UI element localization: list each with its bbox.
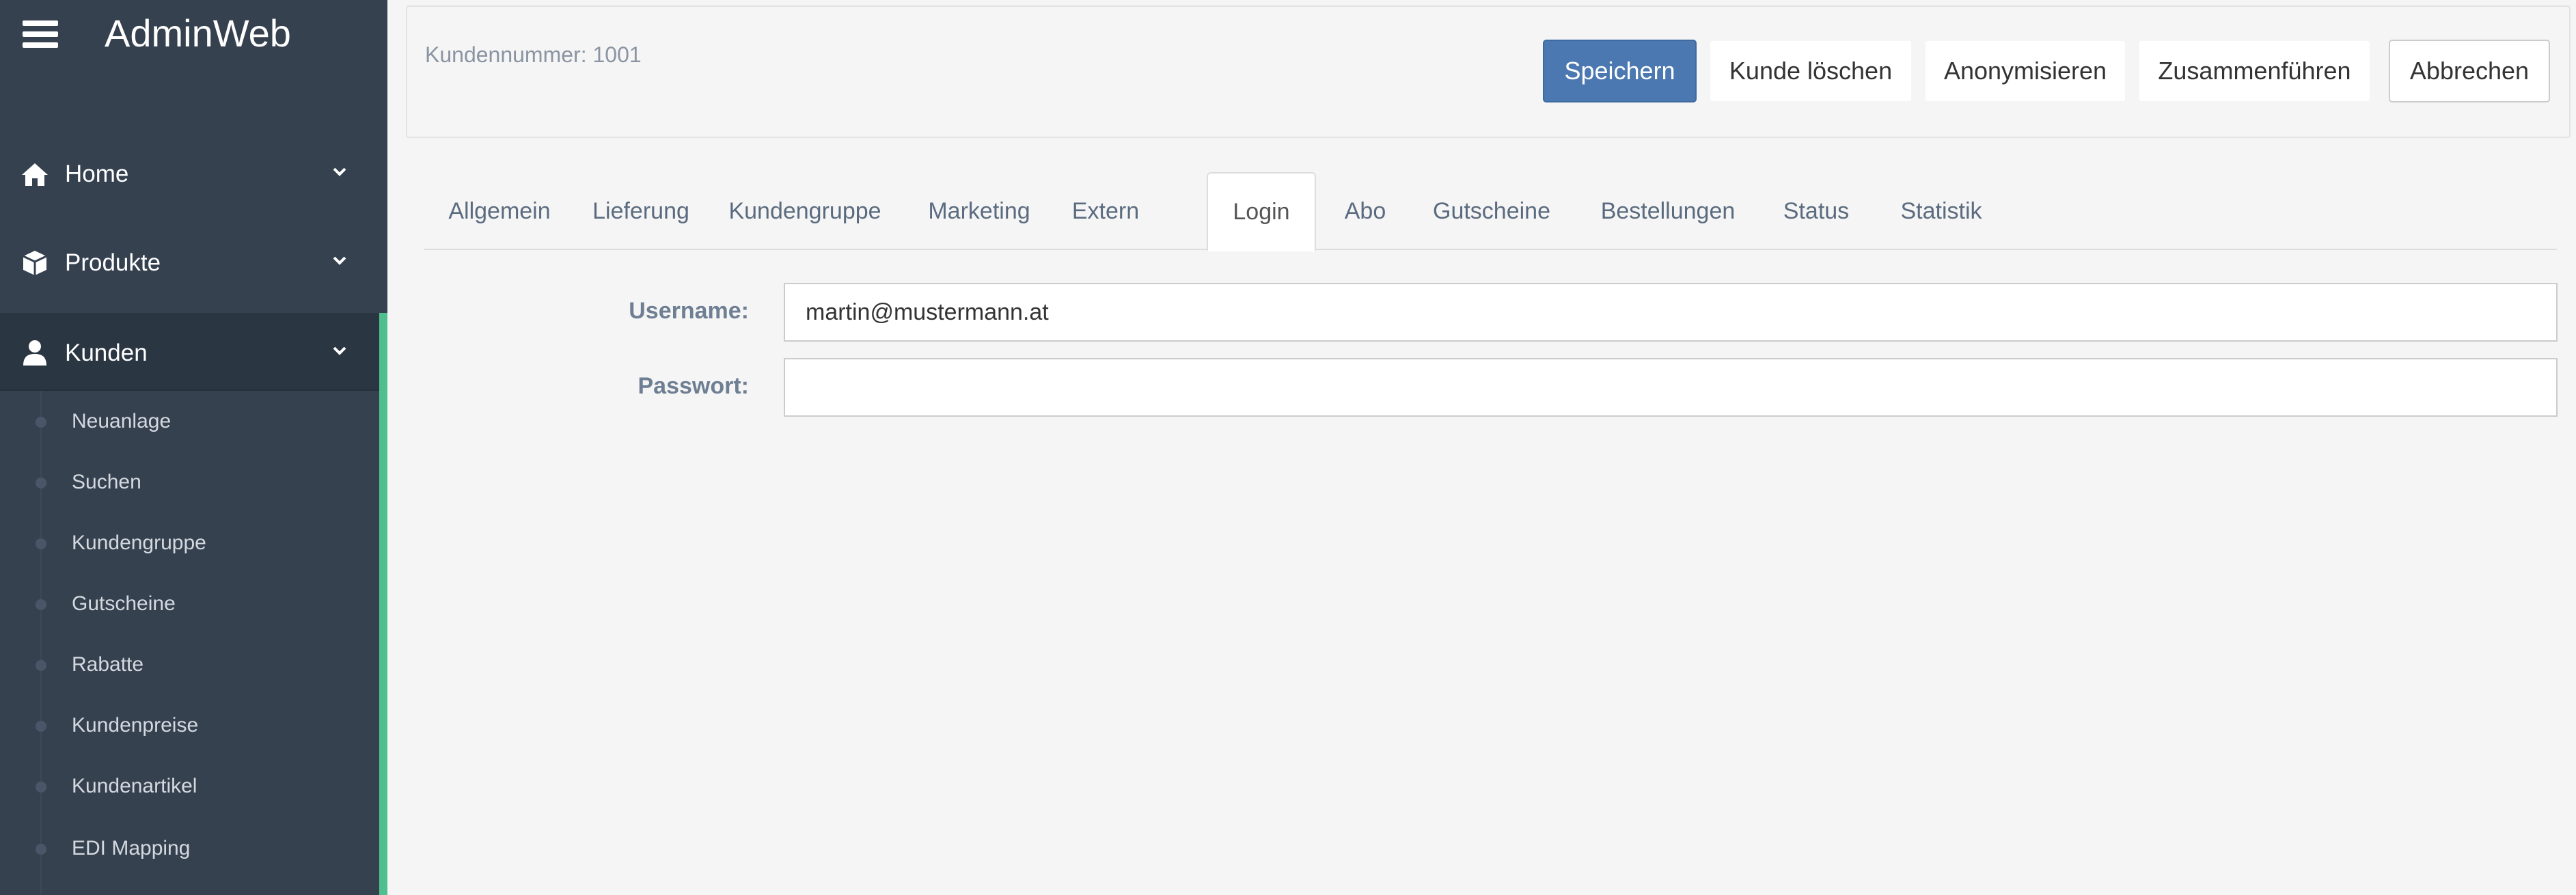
- chevron-down-icon: [333, 256, 346, 265]
- submenu-item-label: Rabatte: [72, 653, 144, 676]
- menu-toggle-icon[interactable]: [23, 20, 58, 48]
- submenu-item-label: Neuanlage: [72, 410, 172, 432]
- bullet-icon: [36, 721, 46, 732]
- submenu-item-kundenpreise[interactable]: Kundenpreise: [0, 695, 379, 755]
- bullet-icon: [36, 782, 46, 793]
- anonymize-button[interactable]: Anonymisieren: [1924, 40, 2126, 102]
- tab-lieferung[interactable]: Lieferung: [585, 172, 697, 250]
- chevron-down-icon: [333, 346, 346, 355]
- password-label: Passwort:: [638, 373, 750, 399]
- save-button[interactable]: Speichern: [1543, 40, 1697, 102]
- customer-header: Kundennummer: 1001 Speichern Kunde lösch…: [406, 5, 2571, 138]
- submenu-item-label: Gutscheine: [72, 592, 176, 615]
- app-title: AdminWeb: [105, 12, 291, 55]
- brand-bar: AdminWeb: [0, 0, 387, 82]
- user-icon: [23, 340, 46, 366]
- tab-extern[interactable]: Extern: [1066, 172, 1145, 250]
- customer-number: Kundennummer: 1001: [425, 42, 642, 67]
- submenu-item-label: Kundengruppe: [72, 532, 206, 554]
- submenu-item-edi-mapping[interactable]: EDI Mapping: [0, 818, 379, 878]
- chevron-down-icon: [333, 167, 346, 176]
- submenu-item-kundenartikel[interactable]: Kundenartikel: [0, 756, 379, 816]
- tab-allgemein[interactable]: Allgemein: [437, 172, 562, 250]
- home-icon: [22, 163, 48, 186]
- tab-abo[interactable]: Abo: [1334, 172, 1397, 250]
- tab-bestellungen[interactable]: Bestellungen: [1589, 172, 1746, 250]
- cancel-button[interactable]: Abbrechen: [2389, 40, 2550, 102]
- delete-customer-button[interactable]: Kunde löschen: [1709, 40, 1913, 102]
- active-indicator: [379, 313, 387, 895]
- sidebar-item-label: Kunden: [65, 340, 148, 366]
- submenu-item-label: EDI Mapping: [72, 837, 191, 859]
- tab-statistik[interactable]: Statistik: [1886, 172, 1997, 250]
- tab-marketing[interactable]: Marketing: [916, 172, 1043, 250]
- tab-login[interactable]: Login: [1207, 172, 1316, 251]
- submenu-item-rabatte[interactable]: Rabatte: [0, 634, 379, 694]
- submenu-item-suchen[interactable]: Suchen: [0, 452, 379, 512]
- submenu-item-label: Kundenpreise: [72, 714, 199, 736]
- username-field[interactable]: [784, 283, 2558, 342]
- merge-button[interactable]: Zusammenführen: [2138, 40, 2371, 102]
- username-label: Username:: [629, 298, 749, 324]
- sidebar-item-produkte[interactable]: Produkte: [0, 219, 387, 307]
- tab-status[interactable]: Status: [1774, 172, 1859, 250]
- sidebar: AdminWeb Home Produkte Kunden Neuanlage …: [0, 0, 387, 895]
- bullet-icon: [36, 844, 46, 855]
- bullet-icon: [36, 478, 46, 488]
- submenu-item-label: Kundenartikel: [72, 775, 197, 797]
- submenu-item-gutscheine[interactable]: Gutscheine: [0, 573, 379, 633]
- sidebar-item-label: Home: [65, 161, 129, 187]
- submenu-item-label: Suchen: [72, 471, 141, 493]
- tab-gutscheine[interactable]: Gutscheine: [1421, 172, 1562, 250]
- password-field[interactable]: [784, 358, 2558, 417]
- submenu-item-neuanlage[interactable]: Neuanlage: [0, 391, 379, 451]
- bullet-icon: [36, 417, 46, 428]
- sidebar-item-home[interactable]: Home: [0, 130, 387, 219]
- bullet-icon: [36, 538, 46, 549]
- sidebar-item-kunden[interactable]: Kunden: [0, 313, 387, 391]
- submenu-item-kundengruppe[interactable]: Kundengruppe: [0, 512, 379, 573]
- sidebar-item-label: Produkte: [65, 249, 161, 276]
- bullet-icon: [36, 660, 46, 671]
- tab-kundengruppe[interactable]: Kundengruppe: [722, 172, 888, 250]
- box-icon: [23, 251, 47, 275]
- kunden-submenu: Neuanlage Suchen Kundengruppe Gutscheine…: [0, 391, 379, 895]
- customer-tabs: Allgemein Lieferung Kundengruppe Marketi…: [424, 172, 2557, 251]
- bullet-icon: [36, 599, 46, 610]
